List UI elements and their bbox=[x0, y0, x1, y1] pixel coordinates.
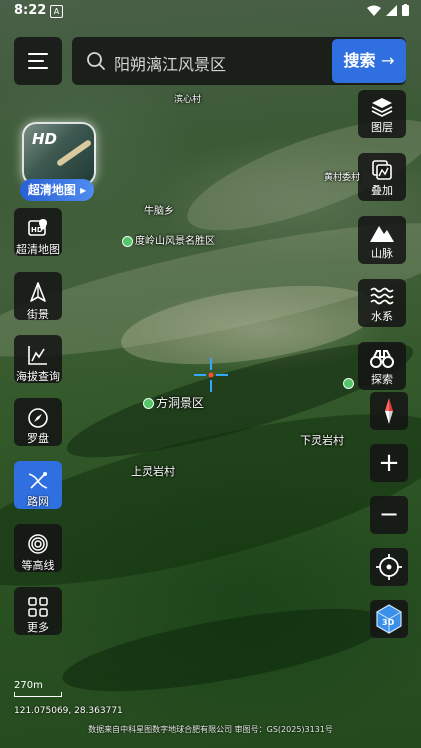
status-time: 8:22 bbox=[14, 3, 47, 18]
data-credit: 数据来自中科星图数字地球合肥有限公司 审图号：GS(2025)3131号 bbox=[88, 725, 333, 734]
poi-pin-icon bbox=[122, 235, 133, 247]
poi-label: 方洞景区 bbox=[156, 396, 205, 410]
notification-icon: A bbox=[50, 5, 63, 18]
tool-label: 水系 bbox=[371, 310, 393, 323]
tool-overlay[interactable]: 叠加 bbox=[358, 153, 406, 201]
search-icon bbox=[87, 52, 105, 70]
search-input[interactable]: 阳朔漓江风景区 bbox=[114, 51, 226, 75]
poi-pin[interactable] bbox=[343, 376, 356, 389]
locate-button[interactable] bbox=[370, 548, 408, 586]
menu-button[interactable] bbox=[14, 37, 62, 85]
tool-label: 图层 bbox=[371, 121, 393, 134]
mountain-icon bbox=[370, 226, 394, 242]
coordinates-readout: 121.075069, 28.363771 bbox=[14, 706, 123, 716]
street-view-icon bbox=[30, 282, 46, 302]
road-network-icon bbox=[28, 472, 48, 489]
tool-water[interactable]: 水系 bbox=[358, 279, 406, 327]
place-label[interactable]: 牛脑乡 bbox=[144, 202, 174, 217]
cube-3d-icon: 3D bbox=[376, 604, 402, 634]
tool-layers[interactable]: 图层 bbox=[358, 90, 406, 138]
hd-map-label: 超清地图 ▸ bbox=[20, 179, 94, 201]
status-icons bbox=[367, 4, 409, 16]
center-crosshair-icon bbox=[194, 358, 228, 392]
hd-badge: HD bbox=[32, 130, 58, 148]
search-button-label: 搜索 bbox=[343, 51, 376, 70]
place-label[interactable]: 黄村委村 bbox=[324, 170, 360, 183]
search-button[interactable]: 搜索 → bbox=[332, 39, 406, 83]
menu-icon-line bbox=[28, 67, 48, 69]
tool-explore[interactable]: 探索 bbox=[358, 342, 406, 390]
binoculars-icon bbox=[370, 350, 394, 368]
hd-thumbnail: HD bbox=[22, 122, 96, 186]
tool-label: 街景 bbox=[27, 308, 49, 321]
battery-icon bbox=[402, 4, 409, 16]
scale-label: 270m bbox=[14, 680, 43, 691]
menu-icon-line bbox=[28, 60, 44, 62]
signal-icon bbox=[386, 4, 397, 16]
hd-map-icon: HD bbox=[28, 219, 47, 236]
tool-label: 探索 bbox=[371, 373, 393, 386]
tool-label: 罗盘 bbox=[27, 432, 49, 445]
3d-label: 3D bbox=[382, 618, 395, 627]
valley-shade bbox=[57, 591, 393, 709]
tool-mountain[interactable]: 山脉 bbox=[358, 216, 406, 264]
status-bar: 8:22 A bbox=[0, 0, 421, 24]
scale-bar bbox=[14, 692, 62, 697]
tool-label: 超清地图 bbox=[16, 243, 60, 256]
overlay-icon bbox=[372, 160, 392, 180]
place-label[interactable]: 滨心村 bbox=[174, 92, 201, 105]
place-label[interactable]: 下灵岩村 bbox=[300, 432, 344, 448]
elevation-icon bbox=[28, 346, 47, 365]
tool-label: 山脉 bbox=[371, 247, 393, 260]
tool-label: 海拔查询 bbox=[16, 370, 60, 383]
poi-fangdong[interactable]: 方洞景区 bbox=[143, 394, 204, 411]
layers-icon bbox=[371, 98, 393, 117]
compass-button[interactable] bbox=[370, 392, 408, 430]
menu-icon bbox=[28, 53, 48, 55]
tool-label: 等高线 bbox=[21, 559, 55, 572]
zoom-out-button[interactable]: − bbox=[370, 496, 408, 534]
3d-mode-button[interactable]: 3D bbox=[370, 600, 408, 638]
road-graphic bbox=[55, 139, 93, 167]
wifi-icon bbox=[367, 5, 381, 16]
water-icon bbox=[370, 287, 394, 305]
poi-pin-icon bbox=[143, 398, 154, 409]
place-label[interactable]: 上灵岩村 bbox=[131, 463, 175, 479]
tool-label: 路网 bbox=[27, 495, 49, 508]
contour-icon bbox=[28, 534, 48, 554]
more-grid-icon bbox=[28, 597, 48, 617]
crosshair-icon bbox=[376, 554, 402, 580]
hd-map-card[interactable]: HD 超清地图 ▸ bbox=[20, 122, 96, 202]
poi-label: 度岭山风景名胜区 bbox=[135, 236, 215, 247]
search-bar[interactable]: 阳朔漓江风景区 搜索 → bbox=[72, 37, 406, 85]
arrow-right-icon: → bbox=[381, 51, 395, 70]
tool-label: 更多 bbox=[27, 621, 49, 634]
zoom-in-button[interactable]: + bbox=[370, 444, 408, 482]
poi-pin-icon bbox=[343, 377, 354, 389]
north-arrow-icon bbox=[385, 398, 393, 424]
compass-icon bbox=[28, 408, 48, 428]
poi-scenic-area[interactable]: 度岭山风景名胜区 bbox=[122, 232, 215, 247]
tool-label: 叠加 bbox=[371, 184, 393, 197]
